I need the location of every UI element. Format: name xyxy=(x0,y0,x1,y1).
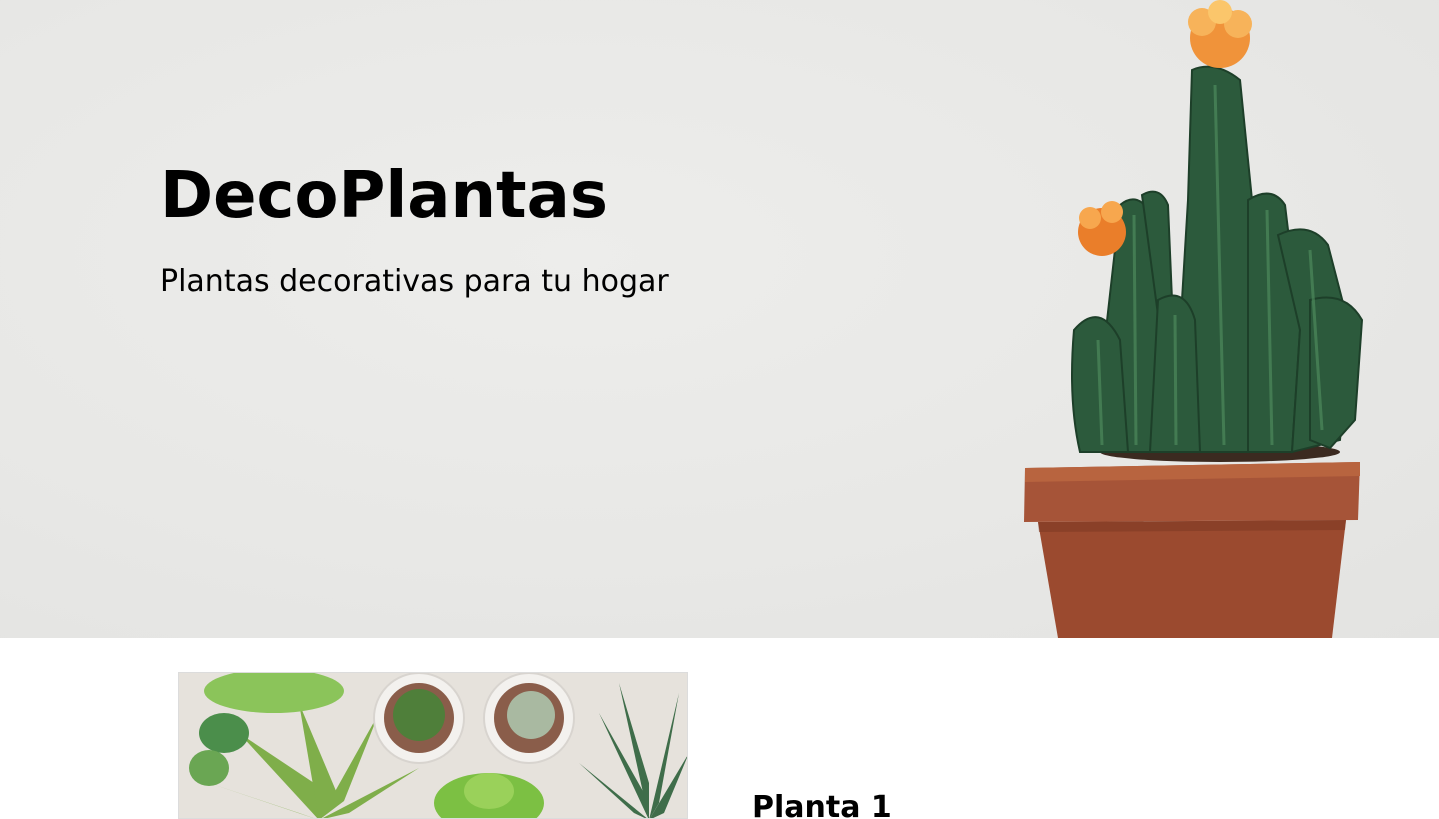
site-title: DecoPlantas xyxy=(160,159,608,233)
flower-side xyxy=(1078,201,1126,256)
terracotta-pot xyxy=(1024,462,1360,638)
flower-top xyxy=(1188,0,1252,68)
site-subtitle: Plantas decorativas para tu hogar xyxy=(160,264,669,299)
product-name[interactable]: Planta 1 xyxy=(752,788,892,819)
cactus-pot-image xyxy=(1024,0,1364,638)
hero-banner: DecoPlantas Plantas decorativas para tu … xyxy=(0,0,1439,638)
product-image-succulents[interactable] xyxy=(178,672,688,819)
product-list: Planta 1 xyxy=(0,638,1439,819)
